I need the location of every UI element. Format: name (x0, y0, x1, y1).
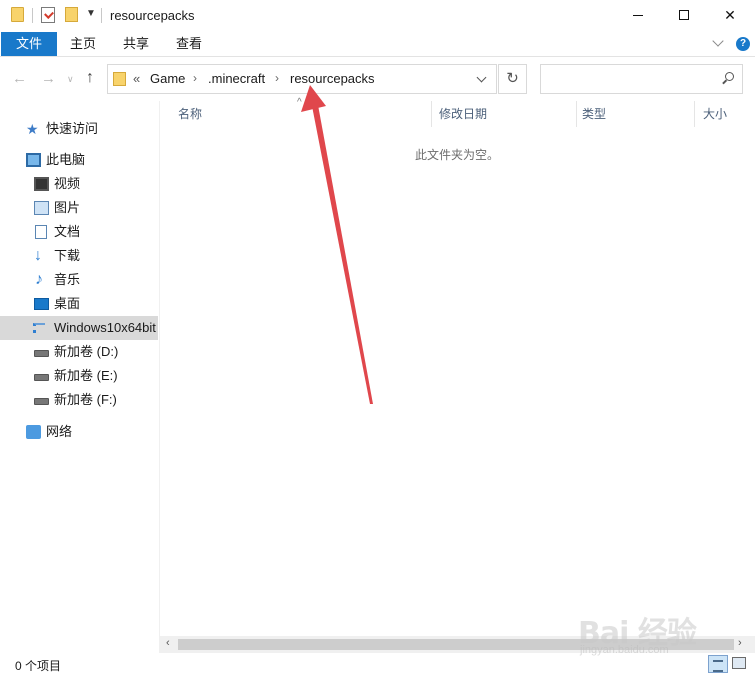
sidebar-item-label: 桌面 (54, 296, 81, 311)
sidebar-item-label: 视频 (54, 176, 81, 191)
column-header-name[interactable]: 名称 (178, 101, 202, 127)
item-count: 0 个项目 (15, 659, 62, 673)
tab-home[interactable]: 主页 (58, 32, 108, 56)
empty-folder-message: 此文件夹为空。 (415, 148, 500, 162)
sidebar-item-label: 文档 (54, 224, 81, 239)
sidebar-item-downloads[interactable]: ↓ 下载 (0, 244, 158, 268)
scroll-left-icon[interactable]: ‹ (166, 637, 170, 649)
sidebar-item-pictures[interactable]: 图片 (0, 196, 158, 220)
system-drive-icon (33, 323, 45, 333)
sidebar-item-music[interactable]: ♪ 音乐 (0, 268, 158, 292)
breadcrumb-game[interactable]: Game (150, 71, 185, 86)
column-divider[interactable] (576, 101, 577, 127)
column-divider[interactable] (694, 101, 695, 127)
sidebar-item-drive-d[interactable]: 新加卷 (D:) (0, 340, 158, 364)
watermark-url: jingyan.baidu.com (580, 644, 669, 656)
sidebar-item-desktop[interactable]: 桌面 (0, 292, 158, 316)
minimize-icon (633, 14, 643, 16)
sidebar-item-system-drive[interactable]: Windows10x64bit (0, 316, 158, 340)
recent-locations-dropdown-icon[interactable]: ∨ (67, 74, 74, 85)
divider (32, 8, 33, 23)
sidebar-item-label: 此电脑 (46, 152, 86, 167)
tab-view[interactable]: 查看 (163, 32, 215, 56)
folder-icon (11, 7, 24, 22)
watermark: Bai 经验 jingyan.baidu.com (578, 604, 748, 660)
network-icon (26, 425, 41, 439)
search-icon (725, 72, 734, 81)
new-folder-icon[interactable] (65, 7, 78, 22)
pictures-icon (34, 201, 49, 215)
sidebar-item-quick-access[interactable]: ★ 快速访问 (0, 117, 158, 141)
sidebar-item-network[interactable]: 网络 (0, 420, 158, 444)
sidebar-item-this-pc[interactable]: 此电脑 (0, 148, 158, 172)
star-icon: ★ (26, 121, 39, 137)
drive-icon (34, 374, 49, 381)
refresh-button[interactable]: ↻ (498, 64, 527, 94)
computer-icon (26, 153, 41, 167)
properties-icon[interactable] (41, 7, 55, 23)
drive-icon (34, 398, 49, 405)
documents-icon (35, 225, 47, 239)
folder-icon (113, 72, 126, 86)
minimize-button[interactable] (615, 0, 661, 30)
column-header-size[interactable]: 大小 (703, 101, 727, 127)
ribbon: 文件 主页 共享 查看 ? (0, 31, 755, 57)
maximize-button[interactable] (661, 0, 707, 30)
maximize-icon (679, 10, 689, 20)
customize-toolbar-dropdown-icon[interactable]: ▼ (86, 8, 96, 19)
column-header-date-modified[interactable]: 修改日期 (439, 101, 487, 127)
column-divider[interactable] (431, 101, 432, 127)
search-input[interactable] (540, 64, 743, 94)
sidebar-item-label: 快速访问 (46, 121, 99, 136)
sidebar-item-label: 新加卷 (E:) (54, 368, 118, 383)
close-icon: ✕ (724, 6, 736, 23)
tab-file[interactable]: 文件 (1, 32, 57, 56)
sidebar-item-label: Windows10x64bit (54, 320, 156, 335)
drive-icon (34, 350, 49, 357)
refresh-icon: ↻ (506, 70, 519, 87)
address-bar[interactable]: « Game › .minecraft › resourcepacks (107, 64, 497, 94)
desktop-icon (34, 298, 49, 310)
up-button[interactable]: ↑ (86, 69, 94, 87)
navigation-pane: ★ 快速访问 此电脑 视频 图片 文档 ↓ 下载 ♪ 音乐 桌面 Windows… (0, 101, 160, 653)
sort-ascending-icon: ^ (297, 97, 302, 108)
breadcrumb-minecraft[interactable]: .minecraft (208, 71, 265, 86)
file-list[interactable]: ^ 名称 修改日期 类型 大小 此文件夹为空。 (160, 97, 755, 636)
sidebar-item-label: 下载 (54, 248, 81, 263)
sidebar-item-label: 网络 (46, 424, 73, 439)
sidebar-item-label: 图片 (54, 200, 81, 215)
breadcrumb-separator[interactable]: › (275, 71, 279, 85)
back-button[interactable]: ← (12, 70, 27, 87)
download-icon: ↓ (34, 247, 42, 264)
help-icon[interactable]: ? (736, 37, 750, 51)
music-icon: ♪ (35, 271, 43, 288)
sidebar-item-documents[interactable]: 文档 (0, 220, 158, 244)
sidebar-item-drive-f[interactable]: 新加卷 (F:) (0, 388, 158, 412)
divider (101, 8, 102, 23)
breadcrumb-resourcepacks[interactable]: resourcepacks (290, 71, 375, 86)
expand-ribbon-chevron-icon[interactable] (712, 35, 724, 47)
sidebar-item-label: 音乐 (54, 272, 81, 287)
sidebar-item-drive-e[interactable]: 新加卷 (E:) (0, 364, 158, 388)
window-title: resourcepacks (110, 8, 195, 23)
sidebar-item-label: 新加卷 (F:) (54, 392, 117, 407)
forward-button[interactable]: → (41, 70, 56, 87)
video-icon (34, 177, 49, 191)
breadcrumb-separator[interactable]: › (193, 71, 197, 85)
sidebar-item-label: 新加卷 (D:) (54, 344, 119, 359)
address-history-chevron-icon[interactable] (476, 72, 487, 83)
close-button[interactable]: ✕ (707, 0, 753, 30)
tab-share[interactable]: 共享 (110, 32, 162, 56)
title-bar: ▼ resourcepacks ✕ (0, 0, 755, 31)
sidebar-item-videos[interactable]: 视频 (0, 172, 158, 196)
breadcrumb-overflow[interactable]: « (133, 71, 140, 86)
column-header-type[interactable]: 类型 (582, 101, 606, 127)
navigation-bar: ← → ∨ ↑ « Game › .minecraft › resourcepa… (0, 57, 755, 101)
